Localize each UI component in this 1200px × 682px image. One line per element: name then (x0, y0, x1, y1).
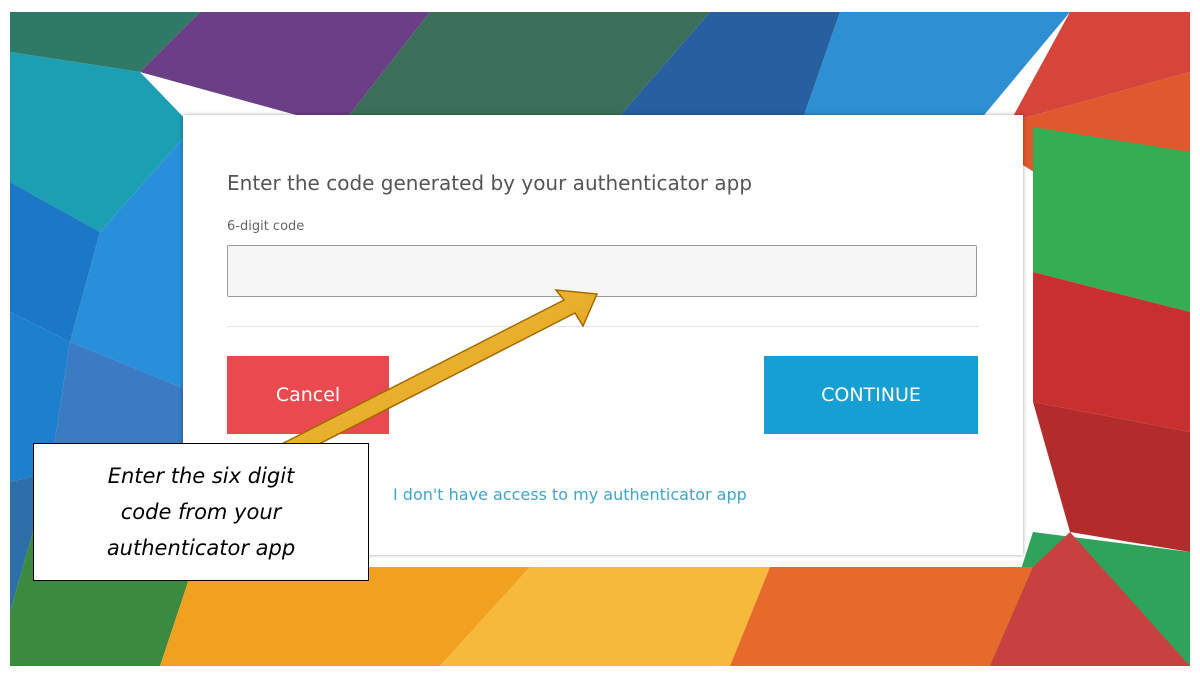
code-input[interactable] (227, 245, 977, 297)
callout-line-2: code from your (120, 500, 282, 524)
divider (227, 326, 979, 327)
callout-line-1: Enter the six digit (107, 464, 295, 488)
continue-button[interactable]: CONTINUE (764, 356, 978, 434)
cancel-button[interactable]: Cancel (227, 356, 389, 434)
callout-line-3: authenticator app (106, 536, 296, 560)
dialog-title: Enter the code generated by your authent… (227, 171, 753, 195)
annotation-callout: Enter the six digit code from your authe… (33, 443, 369, 581)
code-field-label: 6-digit code (227, 219, 305, 234)
no-access-link[interactable]: I don't have access to my authenticator … (393, 485, 747, 504)
